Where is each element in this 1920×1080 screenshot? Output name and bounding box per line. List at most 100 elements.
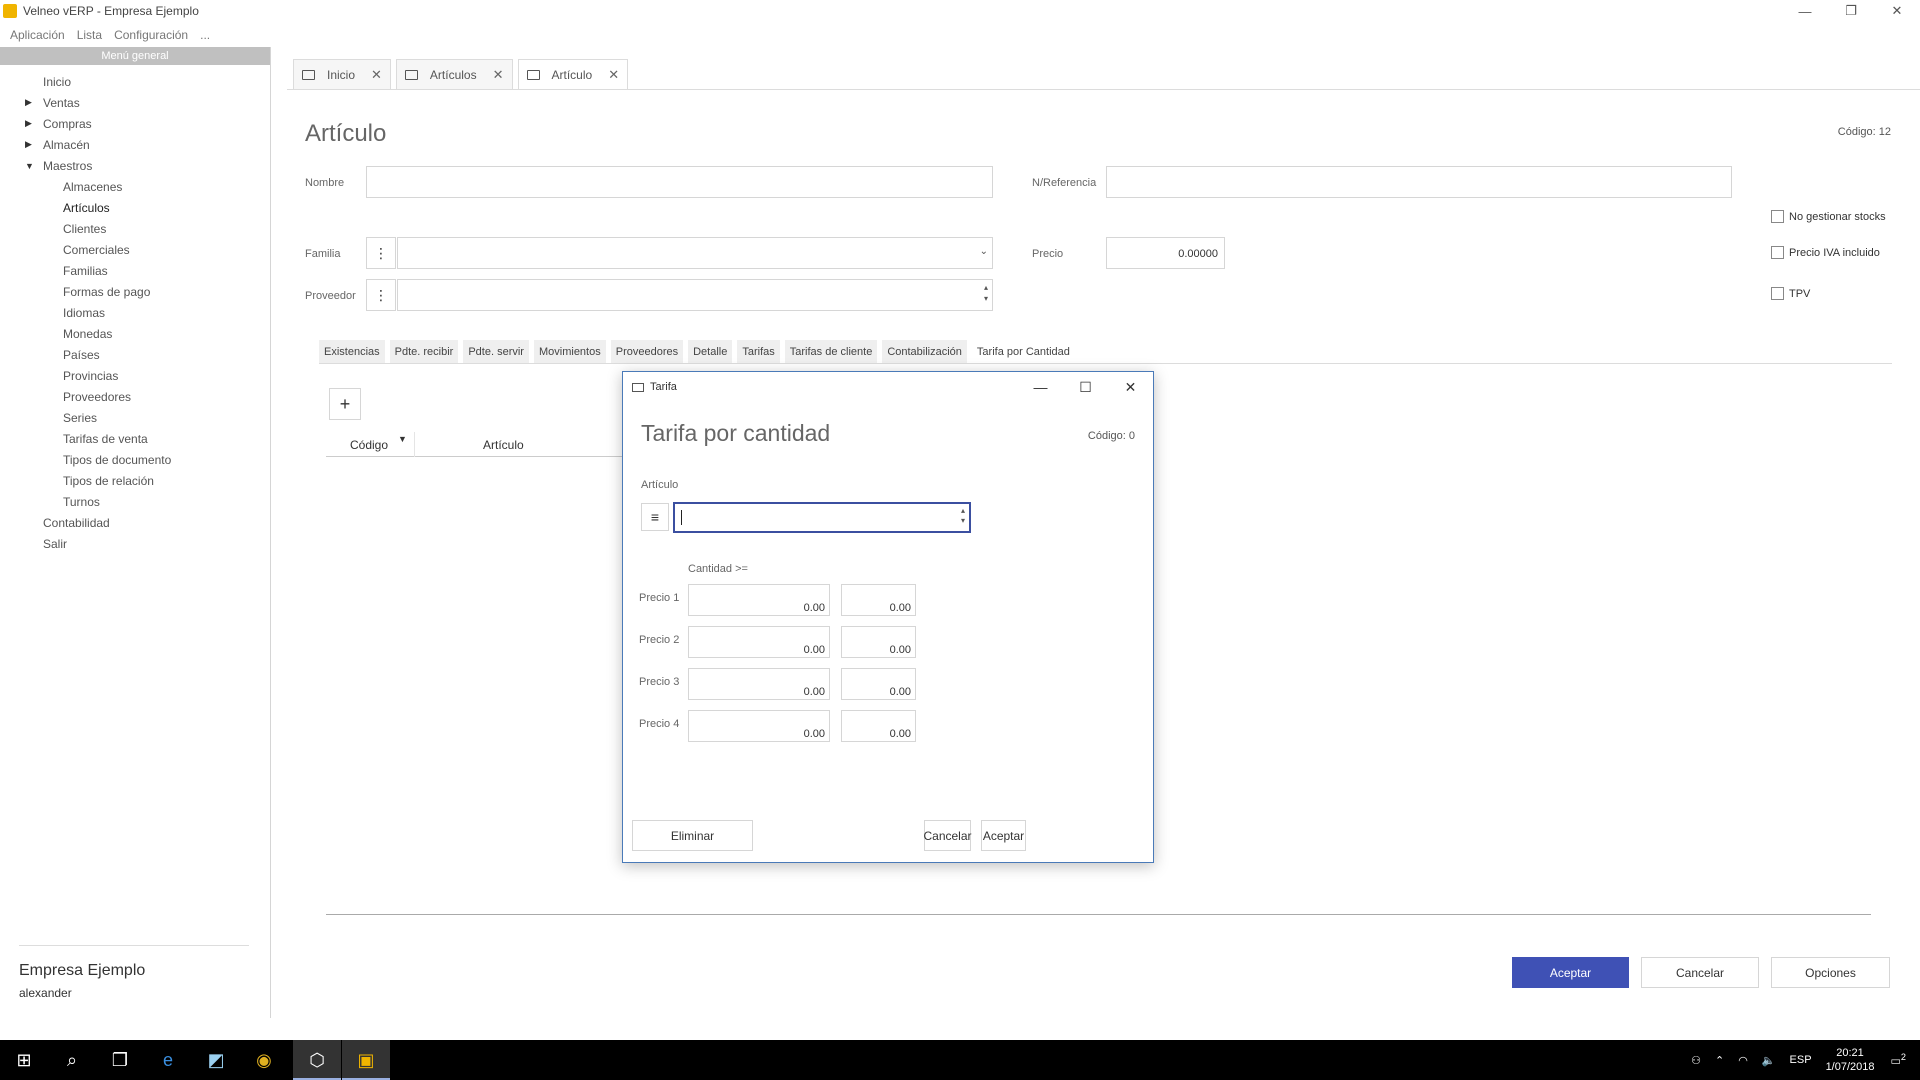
precio-iva-incluido-checkbox[interactable]: Precio IVA incluido xyxy=(1771,246,1880,259)
spin-arrows-icon[interactable]: ▴ ▾ xyxy=(984,282,988,304)
precio-field[interactable]: 0.00000 xyxy=(1106,237,1225,269)
sidebar-item-5[interactable]: Almacenes xyxy=(0,176,270,197)
add-button[interactable]: + xyxy=(329,388,361,420)
proveedor-field[interactable]: ▴ ▾ xyxy=(397,279,993,311)
language-indicator[interactable]: ESP xyxy=(1790,1054,1812,1066)
sidebar-item-16[interactable]: Series xyxy=(0,407,270,428)
column-articulo[interactable]: Artículo xyxy=(483,438,524,452)
sidebar-item-19[interactable]: Tipos de relación xyxy=(0,470,270,491)
sidebar-item-2[interactable]: ▶ Compras xyxy=(0,113,270,134)
section-tab-1[interactable]: Pdte. recibir xyxy=(389,340,459,364)
dialog-accept-button[interactable]: Aceptar xyxy=(981,820,1026,851)
document-tab-0[interactable]: Inicio ✕ xyxy=(293,59,391,89)
store-icon[interactable]: ◩ xyxy=(192,1040,240,1080)
section-tab-7[interactable]: Tarifas de cliente xyxy=(784,340,878,364)
velneo-verp-icon[interactable]: ▣ xyxy=(342,1040,390,1080)
precio-field[interactable]: 0.00 xyxy=(841,668,916,700)
tab-close-icon[interactable]: ✕ xyxy=(608,67,619,83)
sidebar-item-22[interactable]: Salir xyxy=(0,533,270,554)
sidebar-item-17[interactable]: Tarifas de venta xyxy=(0,428,270,449)
velneo-vadmin-icon[interactable]: ⬡ xyxy=(293,1040,341,1080)
section-tab-0[interactable]: Existencias xyxy=(319,340,385,364)
referencia-field[interactable] xyxy=(1106,166,1732,198)
sidebar-item-1[interactable]: ▶ Ventas xyxy=(0,92,270,113)
section-tab-2[interactable]: Pdte. servir xyxy=(463,340,529,364)
precio-field[interactable]: 0.00 xyxy=(841,584,916,616)
nombre-field[interactable] xyxy=(366,166,993,198)
windows-start-icon[interactable]: ⊞ xyxy=(0,1040,48,1080)
close-icon[interactable]: ✕ xyxy=(1874,0,1920,22)
tpv-checkbox[interactable]: TPV xyxy=(1771,287,1810,300)
minimize-icon[interactable]: — xyxy=(1782,0,1828,22)
checkbox-box[interactable] xyxy=(1771,246,1784,259)
document-tab-2[interactable]: Artículo ✕ xyxy=(517,59,629,89)
section-tab-8[interactable]: Contabilización xyxy=(882,340,967,364)
section-tab-9[interactable]: Tarifa por Cantidad xyxy=(971,340,1075,364)
sidebar-item-14[interactable]: Provincias xyxy=(0,365,270,386)
menu-aplicacion[interactable]: Aplicación xyxy=(10,28,65,42)
menu-configuracion[interactable]: Configuración xyxy=(114,28,188,42)
close-icon[interactable]: ✕ xyxy=(1108,372,1153,402)
checkbox-box[interactable] xyxy=(1771,210,1784,223)
precio-field[interactable]: 0.00 xyxy=(841,626,916,658)
sidebar-item-20[interactable]: Turnos xyxy=(0,491,270,512)
sidebar-item-4[interactable]: ▼ Maestros xyxy=(0,155,270,176)
expanded-arrow-icon[interactable]: ▼ xyxy=(25,161,34,171)
sidebar-item-8[interactable]: Comerciales xyxy=(0,239,270,260)
checkbox-box[interactable] xyxy=(1771,287,1784,300)
cantidad-field[interactable]: 0.00 xyxy=(688,710,830,742)
familia-menu-button[interactable]: ⋮ xyxy=(366,237,396,269)
chevron-up-icon[interactable]: ⌃ xyxy=(1715,1054,1724,1067)
chevron-down-icon[interactable]: ⌄ xyxy=(980,246,988,257)
sidebar-item-3[interactable]: ▶ Almacén xyxy=(0,134,270,155)
sidebar-item-11[interactable]: Idiomas xyxy=(0,302,270,323)
sidebar-item-12[interactable]: Monedas xyxy=(0,323,270,344)
sidebar-item-15[interactable]: Proveedores xyxy=(0,386,270,407)
menu-lista[interactable]: Lista xyxy=(77,28,102,42)
section-tab-3[interactable]: Movimientos xyxy=(533,340,606,364)
cantidad-field[interactable]: 0.00 xyxy=(688,668,830,700)
edge-icon[interactable]: e xyxy=(144,1040,192,1080)
chrome-icon[interactable]: ◉ xyxy=(240,1040,288,1080)
delete-button[interactable]: Eliminar xyxy=(632,820,753,851)
proveedor-menu-button[interactable]: ⋮ xyxy=(366,279,396,311)
menu-more[interactable]: ... xyxy=(200,28,210,42)
column-codigo[interactable]: Código xyxy=(350,438,388,452)
options-button[interactable]: Opciones xyxy=(1771,957,1890,988)
articulo-input[interactable]: ▴ ▾ xyxy=(673,502,971,533)
sidebar-item-0[interactable]: Inicio xyxy=(0,71,270,92)
sidebar-item-13[interactable]: Países xyxy=(0,344,270,365)
maximize-icon[interactable]: ☐ xyxy=(1063,372,1108,402)
section-tab-4[interactable]: Proveedores xyxy=(610,340,684,364)
sidebar-item-10[interactable]: Formas de pago xyxy=(0,281,270,302)
sidebar-item-6[interactable]: Artículos xyxy=(0,197,270,218)
people-icon[interactable]: ⚇ xyxy=(1691,1054,1701,1067)
section-tab-5[interactable]: Detalle xyxy=(688,340,733,364)
hamburger-menu-icon[interactable]: ≡ xyxy=(641,503,669,531)
dialog-cancel-button[interactable]: Cancelar xyxy=(923,820,972,851)
accept-button[interactable]: Aceptar xyxy=(1512,957,1629,988)
spin-arrows-icon[interactable]: ▴ ▾ xyxy=(961,506,965,526)
volume-icon[interactable]: 🔈 xyxy=(1762,1054,1776,1067)
task-view-icon[interactable]: ❐ xyxy=(96,1040,144,1080)
collapsed-arrow-icon[interactable]: ▶ xyxy=(25,139,32,150)
network-icon[interactable]: ◠ xyxy=(1738,1054,1748,1067)
no-gestionar-stocks-checkbox[interactable]: No gestionar stocks xyxy=(1771,210,1886,223)
cancel-button[interactable]: Cancelar xyxy=(1641,957,1759,988)
collapsed-arrow-icon[interactable]: ▶ xyxy=(25,118,32,129)
search-icon[interactable]: ⌕ xyxy=(48,1040,96,1080)
notifications-icon[interactable]: ▭2 xyxy=(1891,1052,1907,1068)
clock[interactable]: 20:21 1/07/2018 xyxy=(1826,1046,1875,1074)
restore-icon[interactable]: ❐ xyxy=(1828,0,1874,22)
tab-close-icon[interactable]: ✕ xyxy=(371,67,382,83)
sidebar-item-7[interactable]: Clientes xyxy=(0,218,270,239)
minimize-icon[interactable]: — xyxy=(1018,372,1063,402)
cantidad-field[interactable]: 0.00 xyxy=(688,584,830,616)
sidebar-item-21[interactable]: Contabilidad xyxy=(0,512,270,533)
familia-select[interactable]: ⌄ xyxy=(397,237,993,269)
collapsed-arrow-icon[interactable]: ▶ xyxy=(25,97,32,108)
sidebar-item-9[interactable]: Familias xyxy=(0,260,270,281)
sidebar-item-18[interactable]: Tipos de documento xyxy=(0,449,270,470)
cantidad-field[interactable]: 0.00 xyxy=(688,626,830,658)
document-tab-1[interactable]: Artículos ✕ xyxy=(395,59,513,89)
